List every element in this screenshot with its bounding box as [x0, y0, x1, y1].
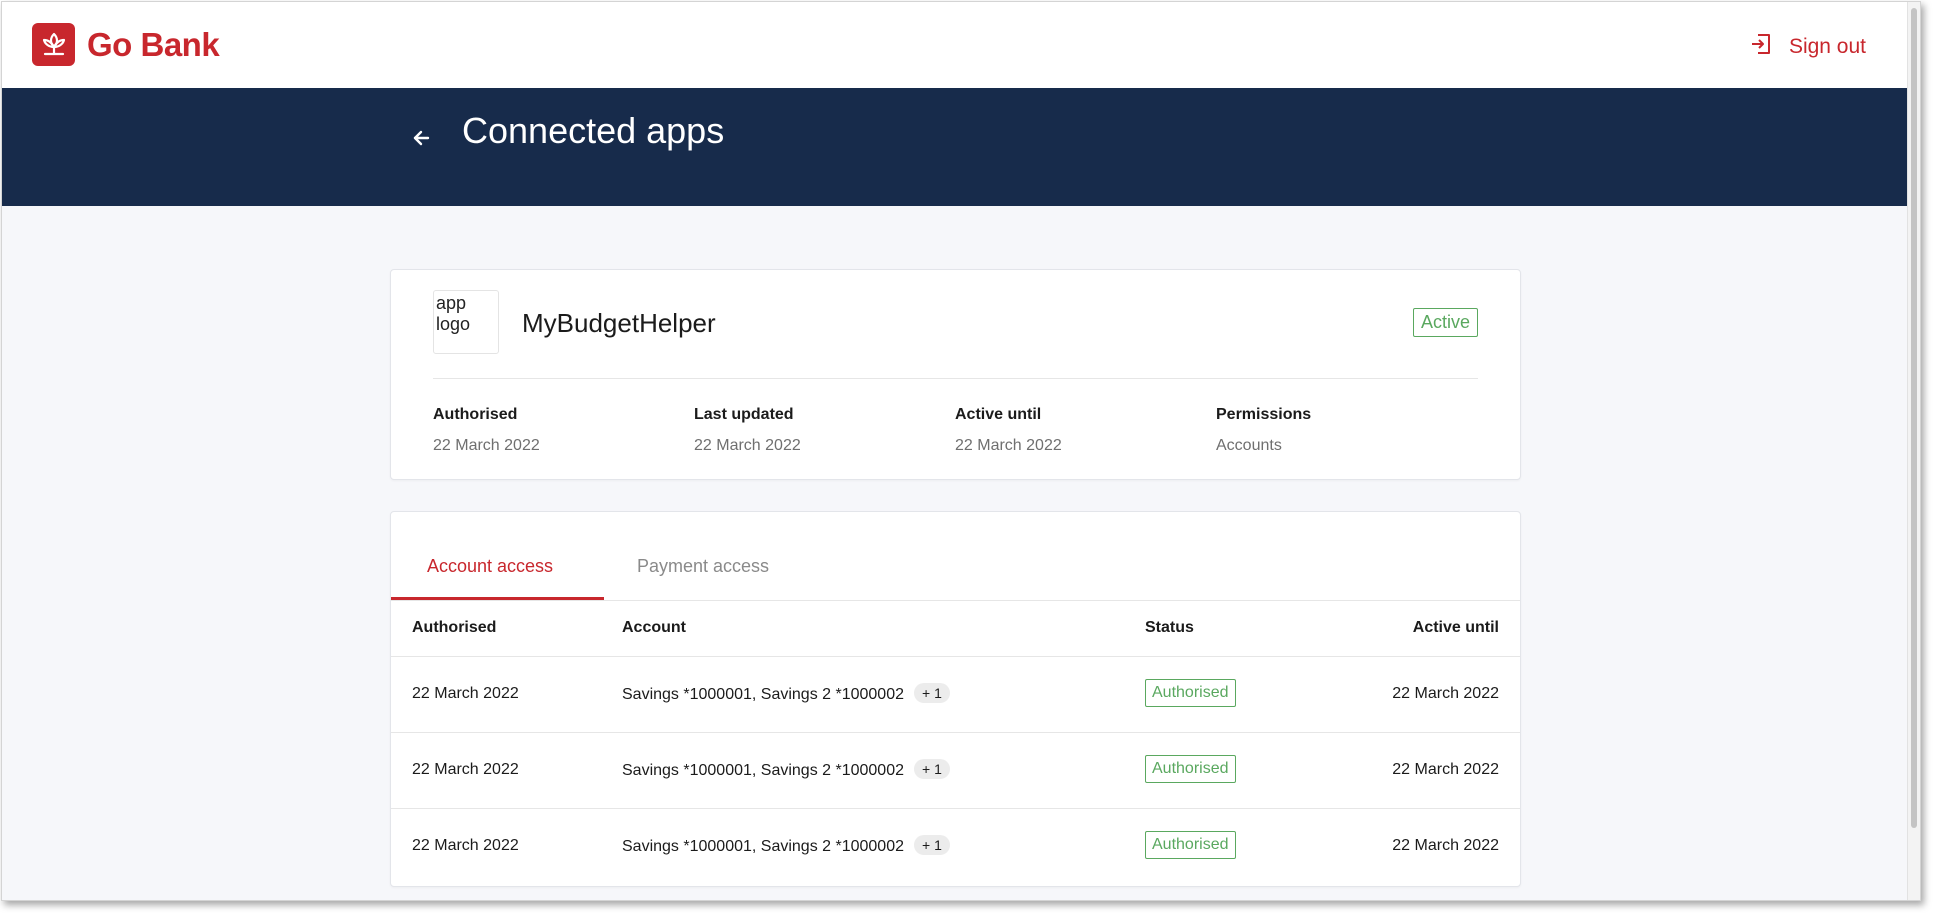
status-badge: Active: [1412, 308, 1478, 337]
status-badge: Authorised: [1145, 755, 1236, 783]
cell-active-until: 22 March 2022: [1392, 761, 1499, 778]
table-row[interactable]: 22 March 2022 Savings *1000001, Savings …: [391, 657, 1520, 733]
cell-status: Authorised: [1145, 831, 1236, 859]
cell-account: Savings *1000001, Savings 2 *1000002 + 1: [622, 683, 950, 704]
detail-value: 22 March 2022: [433, 437, 540, 454]
vertical-scrollbar[interactable]: [1907, 2, 1920, 900]
page-title: Connected apps: [462, 110, 725, 151]
detail-label: Permissions: [1216, 406, 1312, 423]
browser-window: Go Bank Sign out Connected apps app logo…: [1, 1, 1921, 901]
app-summary-card: app logo MyBudgetHelper Active Authorise…: [390, 269, 1521, 480]
account-list: Savings *1000001, Savings 2 *1000002: [622, 686, 904, 703]
cell-authorised: 22 March 2022: [412, 685, 519, 702]
status-badge: Authorised: [1145, 679, 1236, 707]
column-header-account: Account: [622, 619, 686, 636]
sign-out-icon: [1749, 32, 1773, 61]
access-card: Account access Payment access Authorised…: [390, 511, 1521, 887]
column-header-status: Status: [1145, 619, 1194, 636]
detail-value: 22 March 2022: [694, 437, 801, 454]
cell-status: Authorised: [1145, 679, 1236, 707]
account-list: Savings *1000001, Savings 2 *1000002: [622, 762, 904, 779]
page-header: Connected apps: [2, 88, 1908, 206]
detail-authorised: Authorised 22 March 2022: [433, 406, 540, 455]
app-logo-image: app logo: [433, 290, 499, 354]
cell-account: Savings *1000001, Savings 2 *1000002 + 1: [622, 835, 950, 856]
sign-out-label: Sign out: [1788, 34, 1866, 58]
cell-active-until: 22 March 2022: [1392, 837, 1499, 854]
account-list: Savings *1000001, Savings 2 *1000002: [622, 838, 904, 855]
cell-authorised: 22 March 2022: [412, 761, 519, 778]
more-accounts-badge[interactable]: + 1: [914, 835, 950, 855]
detail-permissions: Permissions Accounts: [1216, 406, 1311, 455]
cell-status: Authorised: [1145, 755, 1236, 783]
arrow-left-icon[interactable]: [406, 123, 436, 153]
sign-out-button[interactable]: Sign out: [1749, 32, 1866, 61]
cell-account: Savings *1000001, Savings 2 *1000002 + 1: [622, 759, 950, 780]
detail-value: Accounts: [1216, 437, 1282, 454]
table-header: Authorised Account Status Active until: [391, 600, 1520, 657]
scrollbar-thumb[interactable]: [1911, 8, 1917, 828]
detail-last-updated: Last updated 22 March 2022: [694, 406, 801, 455]
column-header-active-until: Active until: [1412, 619, 1499, 636]
access-tabs: Account access Payment access: [391, 512, 1520, 601]
divider: [433, 378, 1478, 379]
detail-active-until: Active until 22 March 2022: [955, 406, 1062, 455]
more-accounts-badge[interactable]: + 1: [914, 683, 950, 703]
brand-name: Go Bank: [87, 25, 220, 63]
column-header-authorised: Authorised: [412, 619, 497, 636]
brand-logo[interactable]: Go Bank: [32, 23, 220, 66]
detail-label: Authorised: [433, 406, 518, 423]
detail-label: Last updated: [694, 406, 794, 423]
cell-active-until: 22 March 2022: [1392, 685, 1499, 702]
status-badge: Authorised: [1145, 831, 1236, 859]
table-row[interactable]: 22 March 2022 Savings *1000001, Savings …: [391, 809, 1520, 884]
leaf-logo-icon: [32, 23, 75, 66]
app-name: MyBudgetHelper: [522, 308, 716, 338]
more-accounts-badge[interactable]: + 1: [914, 759, 950, 779]
table-row[interactable]: 22 March 2022 Savings *1000001, Savings …: [391, 733, 1520, 809]
top-navigation-bar: Go Bank Sign out: [2, 2, 1908, 88]
detail-label: Active until: [955, 406, 1042, 423]
tab-account-access[interactable]: Account access: [427, 556, 553, 577]
cell-authorised: 22 March 2022: [412, 837, 519, 854]
detail-value: 22 March 2022: [955, 437, 1062, 454]
tab-payment-access[interactable]: Payment access: [637, 556, 769, 577]
